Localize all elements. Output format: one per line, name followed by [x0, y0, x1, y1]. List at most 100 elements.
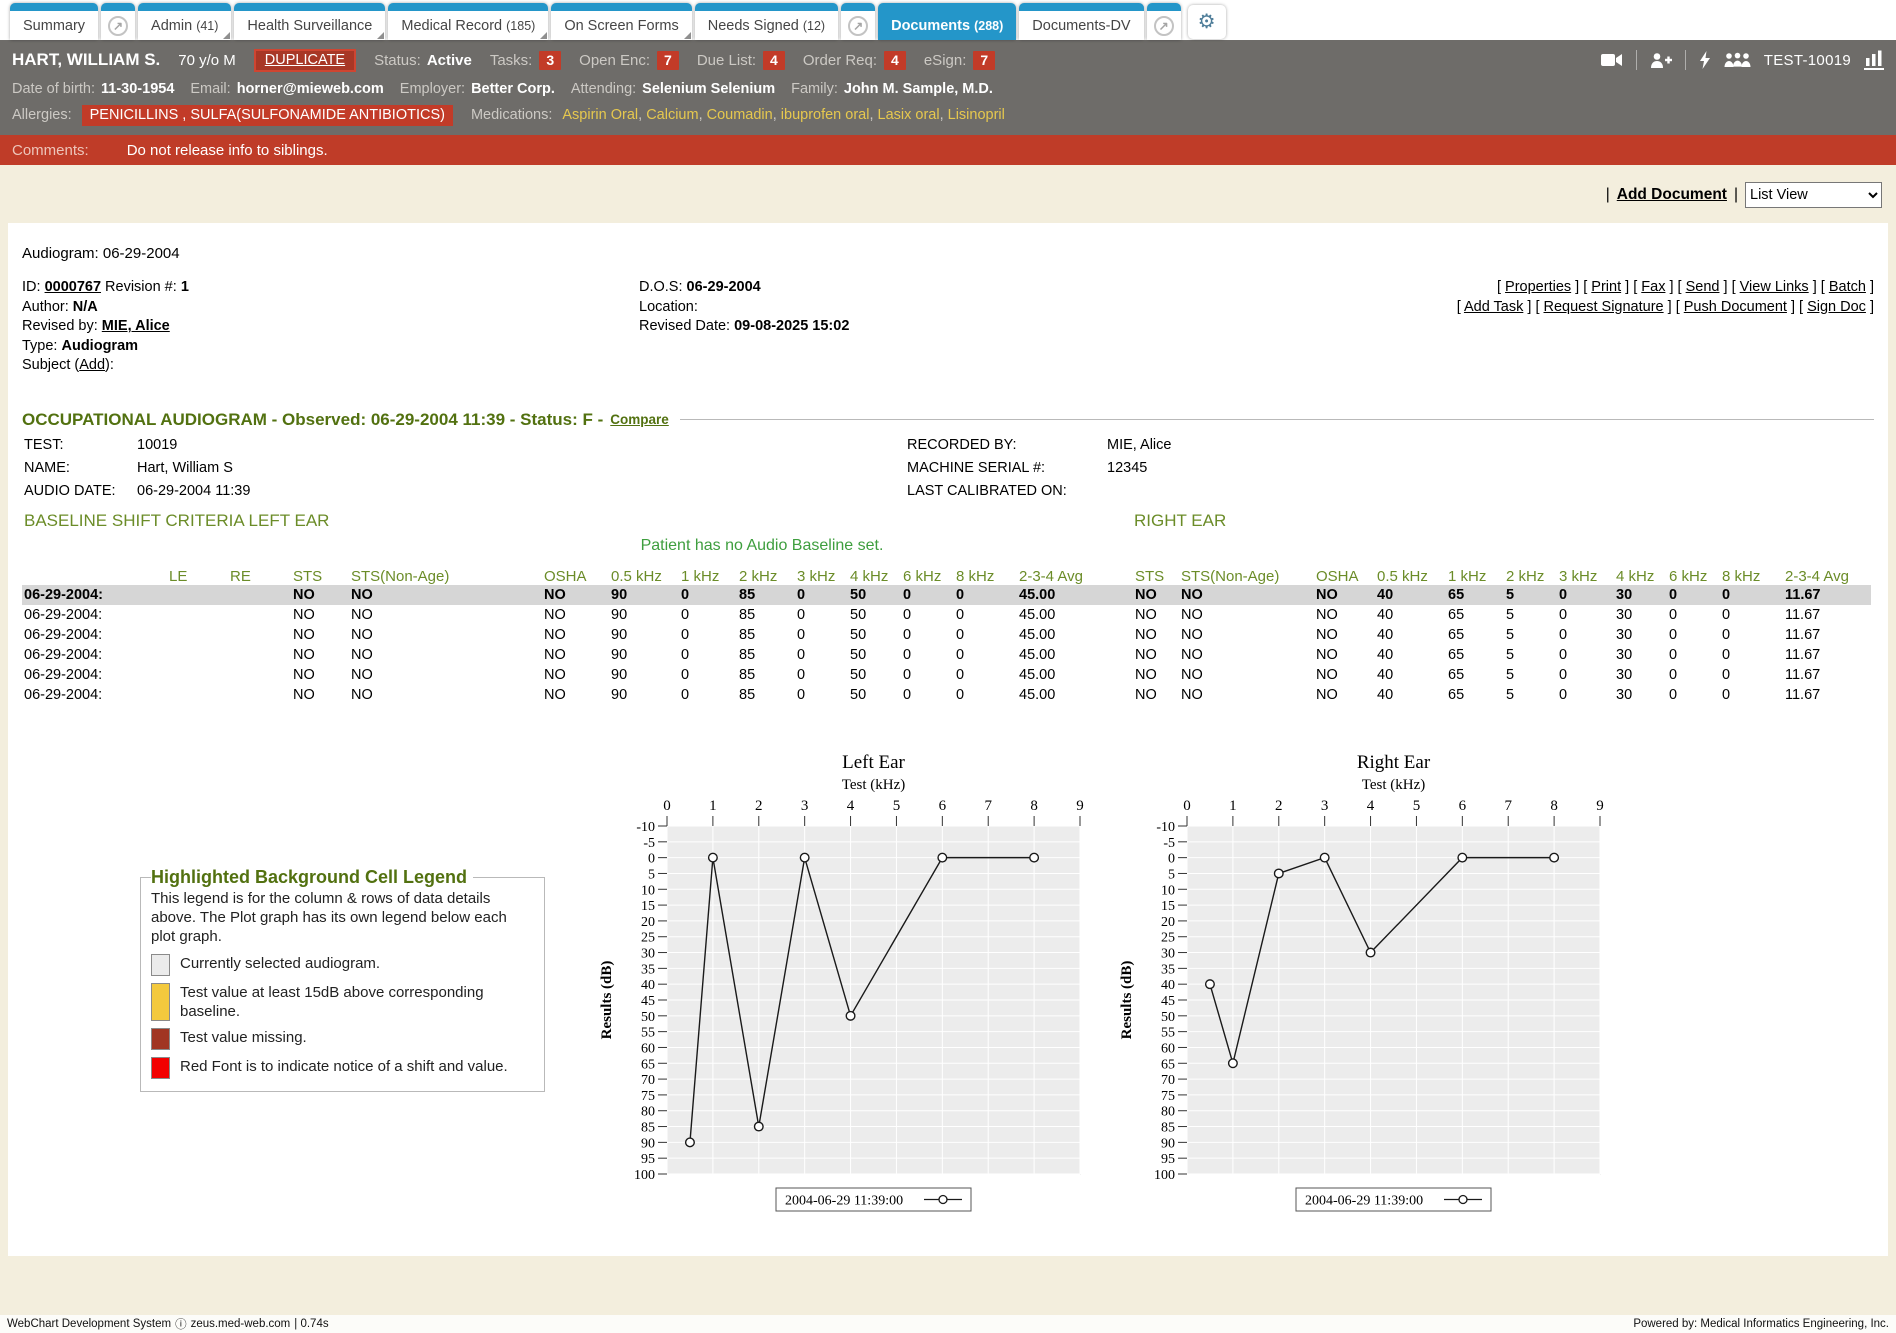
audiogram-row[interactable]: 06-29-2004:NONONO900850500045.00NONONO40…	[22, 665, 1871, 685]
action-print[interactable]: Print	[1591, 279, 1621, 295]
svg-text:50: 50	[1161, 1009, 1175, 1024]
cell: 30	[1614, 645, 1667, 665]
cell: 0	[1557, 605, 1614, 625]
action-request-signature[interactable]: Request Signature	[1544, 299, 1664, 315]
svg-text:Right Ear: Right Ear	[1357, 752, 1431, 773]
tab-documents-dv[interactable]: Documents-DV	[1019, 3, 1143, 40]
cell: 5	[1504, 645, 1557, 665]
cell: 90	[609, 625, 679, 645]
revised-by-link[interactable]: MIE, Alice	[102, 318, 170, 334]
column-header: 6 kHz	[901, 561, 954, 585]
cell: 85	[737, 645, 795, 665]
tab-label: Documents-DV	[1032, 18, 1130, 34]
chart-bars-icon[interactable]	[1864, 50, 1884, 70]
footer-app-name: WebChart Development System	[7, 1318, 171, 1330]
revised-date-row: Revised Date: 09-08-2025 15:02	[639, 317, 1457, 337]
svg-text:30: 30	[1161, 946, 1175, 961]
external-link-tab-summary[interactable]: ↗	[101, 3, 135, 40]
allergies-badge[interactable]: PENICILLINS , SULFA(SULFONAMIDE ANTIBIOT…	[82, 105, 453, 126]
tab-admin[interactable]: Admin (41)	[138, 3, 231, 40]
column-header: 8 kHz	[1720, 561, 1783, 585]
cell: 65	[1446, 605, 1504, 625]
lightning-icon[interactable]	[1699, 51, 1711, 69]
settings-tab[interactable]: ⚙	[1188, 5, 1226, 39]
action-properties[interactable]: Properties	[1505, 279, 1571, 295]
legend-item-text: Currently selected audiogram.	[180, 954, 380, 976]
subject-add-link[interactable]: Add	[79, 357, 105, 373]
external-link-tab-documents-dv[interactable]: ↗	[1147, 3, 1181, 40]
svg-text:2004-06-29 11:39:00: 2004-06-29 11:39:00	[785, 1193, 903, 1208]
medication-link[interactable]: Lasix oral	[878, 107, 940, 123]
patient-toolbar: TEST-10019	[1601, 50, 1884, 70]
tab-health-surveillance[interactable]: Health Surveillance	[234, 3, 385, 40]
external-link-tab-needs-signed[interactable]: ↗	[841, 3, 875, 40]
cell: 0	[954, 625, 1017, 645]
tab-needs-signed[interactable]: Needs Signed (12)	[695, 3, 838, 40]
divider	[680, 419, 1874, 420]
video-camera-icon[interactable]	[1601, 52, 1623, 68]
cell	[228, 645, 291, 665]
cell: 0	[901, 665, 954, 685]
count-badge[interactable]: 7	[657, 51, 679, 70]
tab-on-screen-forms[interactable]: On Screen Forms	[551, 3, 691, 40]
count-badge[interactable]: 3	[539, 51, 561, 70]
separator: |	[1606, 186, 1610, 204]
separator: |	[1734, 186, 1738, 204]
tab-summary[interactable]: Summary	[10, 3, 98, 40]
patient-group-icon[interactable]	[1724, 52, 1751, 68]
charts-section: Highlighted Background Cell Legend This …	[22, 719, 1874, 1226]
cell: 40	[1375, 585, 1446, 605]
medication-link[interactable]: ibuprofen oral	[781, 107, 870, 123]
audiogram-row[interactable]: 06-29-2004:NONONO900850500045.00NONONO40…	[22, 605, 1871, 625]
duplicate-badge[interactable]: DUPLICATE	[254, 49, 356, 72]
cell: NO	[1314, 585, 1375, 605]
medication-link[interactable]: Aspirin Oral	[562, 107, 638, 123]
cell: 85	[737, 605, 795, 625]
right-ear-chart: Right EarTest (kHz)0123456789-10-5051015…	[1115, 743, 1615, 1226]
document-card: Audiogram: 06-29-2004 ID: 0000767 Revisi…	[8, 223, 1888, 1256]
audiogram-row[interactable]: 06-29-2004:NONONO900850500045.00NONONO40…	[22, 645, 1871, 665]
compare-link[interactable]: Compare	[610, 412, 669, 427]
count-badge[interactable]: 4	[763, 51, 785, 70]
document-id-link[interactable]: 0000767	[45, 279, 101, 295]
audiogram-row[interactable]: 06-29-2004:NONONO900850500045.00NONONO40…	[22, 685, 1871, 705]
cell: 0	[1667, 685, 1720, 705]
add-document-link[interactable]: Add Document	[1617, 186, 1727, 204]
legend-item: Red Font is to indicate notice of a shif…	[151, 1057, 534, 1079]
view-mode-select[interactable]: List View	[1745, 182, 1882, 208]
svg-text:45: 45	[1161, 994, 1175, 1009]
table-header-row: LERESTSSTS(Non-Age)OSHA0.5 kHz1 kHz2 kHz…	[22, 561, 1871, 585]
comments-text: Do not release info to siblings.	[127, 142, 328, 159]
add-person-icon[interactable]	[1650, 52, 1672, 69]
count-badge[interactable]: 4	[884, 51, 906, 70]
cell: NO	[1179, 625, 1314, 645]
action-push-document[interactable]: Push Document	[1684, 299, 1787, 315]
tab-documents[interactable]: Documents (288)	[878, 3, 1016, 40]
medication-link[interactable]: Calcium	[646, 107, 698, 123]
action-add-task[interactable]: Add Task	[1464, 299, 1523, 315]
legend-item: Currently selected audiogram.	[151, 954, 534, 976]
counter-due-list: Due List:4	[697, 51, 785, 70]
tab-medical-record[interactable]: Medical Record (185)	[388, 3, 548, 40]
cell	[228, 685, 291, 705]
cell: 50	[848, 685, 901, 705]
svg-text:3: 3	[801, 798, 809, 814]
audiogram-row[interactable]: 06-29-2004:NONONO900850500045.00NONONO40…	[22, 625, 1871, 645]
action-view-links[interactable]: View Links	[1740, 279, 1809, 295]
cell	[167, 625, 228, 645]
footer-host[interactable]: zeus.med-web.com	[191, 1318, 291, 1330]
action-send[interactable]: Send	[1686, 279, 1720, 295]
action-sign-doc[interactable]: Sign Doc	[1807, 299, 1866, 315]
audiogram-row[interactable]: 06-29-2004:NONONO900850500045.00NONONO40…	[22, 585, 1871, 605]
cell: 45.00	[1017, 685, 1099, 705]
cell	[167, 645, 228, 665]
cell: NO	[1179, 665, 1314, 685]
medication-link[interactable]: Coumadin	[707, 107, 773, 123]
action-fax[interactable]: Fax	[1641, 279, 1665, 295]
legend-swatch	[151, 1028, 170, 1050]
cell: NO	[291, 605, 349, 625]
cell-legend-items: Currently selected audiogram.Test value …	[151, 954, 534, 1079]
medication-link[interactable]: Lisinopril	[948, 107, 1005, 123]
action-batch[interactable]: Batch	[1829, 279, 1866, 295]
count-badge[interactable]: 7	[973, 51, 995, 70]
